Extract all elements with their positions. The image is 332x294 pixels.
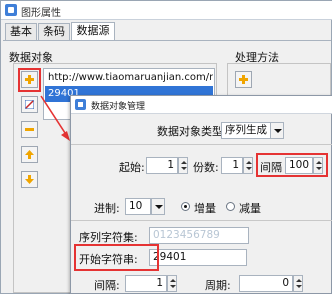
move-down-button[interactable] [21,171,38,188]
increase-radio[interactable] [181,202,190,211]
interval-highlight [256,153,328,177]
dialog-separator [71,144,332,145]
data-object-type-label: 数据对象类型: [157,125,227,138]
app-icon [5,4,17,16]
start-stepper[interactable] [178,157,188,174]
copies-input[interactable]: 1 [221,157,243,174]
period-input[interactable]: 0 [239,275,293,292]
chevron-down-icon[interactable] [270,122,284,139]
start-string-highlight [74,244,159,271]
copies-label: 份数: [193,161,219,174]
tab-data-source[interactable]: 数据源 [71,22,115,41]
start-string-input[interactable]: 29401 [149,249,247,266]
tab-barcode[interactable]: 条码 [38,23,70,40]
charset-input[interactable]: 0123456789 [149,227,249,244]
add-icon [239,75,248,84]
decrease-label: 减量 [239,202,261,215]
decrease-radio[interactable] [226,202,235,211]
data-object-type-select[interactable]: 序列生成 [221,122,271,139]
edit-data-object-button[interactable] [21,96,38,113]
interval2-input[interactable]: 1 [125,275,167,292]
move-up-button[interactable] [21,146,38,163]
start-label: 起始: [119,161,145,174]
list-item[interactable]: http://www.tiaomaruanjian.com/news/6/sh [45,70,213,86]
period-stepper[interactable] [293,275,303,292]
data-object-manager-dialog: 数据对象管理 数据对象类型: 序列生成 起始: 1 份数: 1 间隔 100 进… [70,95,332,294]
tab-divider [3,40,331,41]
move-down-icon [25,175,34,184]
remove-icon [25,128,34,131]
add-button-highlight [18,68,41,92]
base-label: 进制: [94,202,120,215]
dialog-titlebar: 数据对象管理 [71,96,332,114]
increase-label: 增量 [194,202,216,215]
window-title: 图形属性 [21,8,61,19]
dialog-separator [71,220,332,221]
remove-data-object-button[interactable] [21,121,38,138]
edit-icon [25,100,34,109]
copies-stepper[interactable] [243,157,253,174]
window-titlebar: 图形属性 [1,1,332,20]
period-label: 周期: [205,279,231,292]
base-select[interactable]: 10 [125,198,151,215]
move-up-icon [25,150,34,159]
start-input[interactable]: 1 [146,157,178,174]
chevron-down-icon[interactable] [151,198,165,215]
interval2-stepper[interactable] [167,275,177,292]
dialog-title: 数据对象管理 [91,102,146,112]
tab-basic[interactable]: 基本 [5,23,37,40]
processing-add-button[interactable] [235,71,252,88]
dialog-app-icon [75,99,86,110]
charset-label: 序列字符集: [79,231,138,244]
interval2-label: 间隔: [94,279,120,292]
